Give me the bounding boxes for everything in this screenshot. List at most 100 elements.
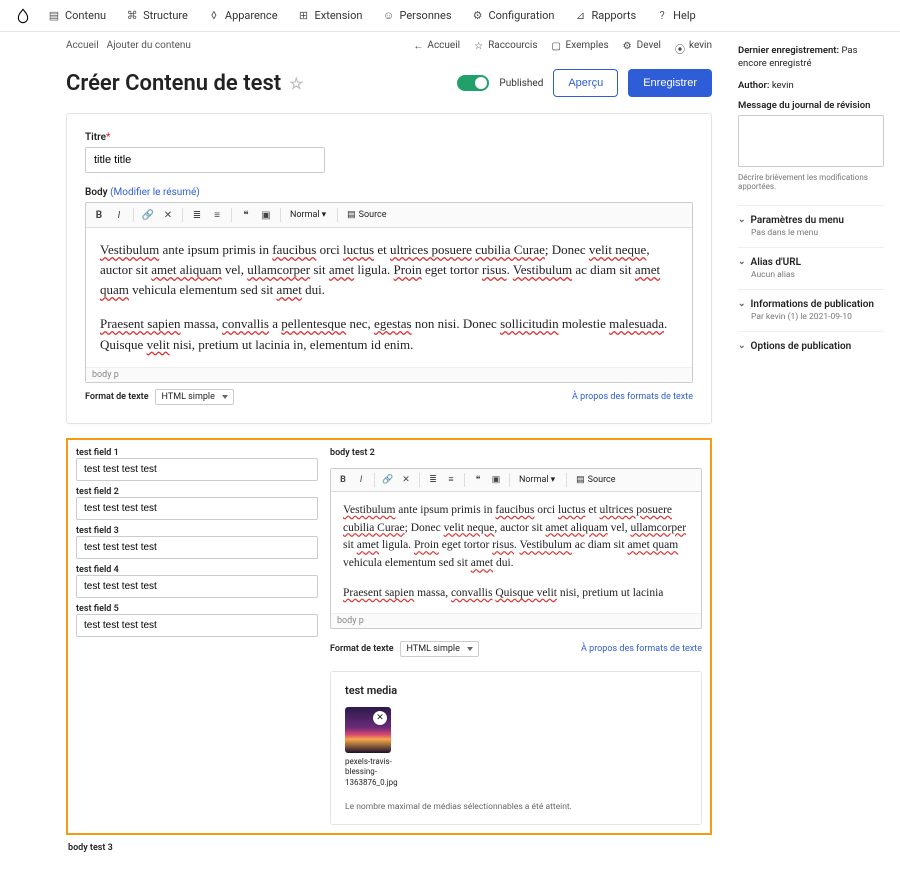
body2-label: body test 2 xyxy=(330,448,702,458)
test-field-5-input[interactable] xyxy=(76,614,318,637)
nav-extension[interactable]: ⊞Extension xyxy=(290,5,371,26)
sub-nav: Accueil Ajouter du contenu ←Accueil ☆ Rac… xyxy=(6,32,726,59)
action-label: Raccourcis xyxy=(488,40,537,51)
accordion-publishing-info[interactable]: ⌄Informations de publication Par kevin (… xyxy=(738,289,884,331)
field-label: test field 1 xyxy=(76,448,318,458)
style-dropdown[interactable]: Normal ▾ xyxy=(286,210,332,220)
star-icon: ☆ xyxy=(474,41,484,51)
breadcrumb-home[interactable]: Accueil xyxy=(66,40,99,51)
test-field-2-input[interactable] xyxy=(76,497,318,520)
text-fields-column: test field 1 test field 2 test field 3 t… xyxy=(76,448,318,825)
link-button[interactable]: 🔗 xyxy=(139,206,157,224)
preview-button[interactable]: Aperçu xyxy=(553,69,618,97)
title-label: Titre* xyxy=(85,132,693,143)
content-icon: ▤ xyxy=(48,10,60,22)
accordion-url-alias[interactable]: ⌄Alias d'URL Aucun alias xyxy=(738,247,884,289)
chevron-down-icon: ▾ xyxy=(551,475,556,485)
media-max-note: Le nombre maximal de médias sélectionnab… xyxy=(345,802,687,812)
format-row: Format de texte HTML simple À propos des… xyxy=(85,389,693,405)
remove-media-button[interactable]: ✕ xyxy=(373,711,387,725)
nav-contenu[interactable]: ▤Contenu xyxy=(40,5,114,26)
italic-button[interactable]: I xyxy=(110,206,128,224)
link-button[interactable]: 🔗 xyxy=(380,472,396,488)
source-button[interactable]: ▤Source xyxy=(347,210,386,220)
unlink-button[interactable]: ✕ xyxy=(398,472,414,488)
about-formats-link[interactable]: À propos des formats de texte xyxy=(581,644,702,654)
ol-button[interactable]: ≡ xyxy=(443,472,459,488)
chevron-down-icon: ⌄ xyxy=(738,257,746,267)
test-field-4-input[interactable] xyxy=(76,575,318,598)
ol-button[interactable]: ≡ xyxy=(208,206,226,224)
chevron-down-icon: ⌄ xyxy=(738,215,746,225)
format-select[interactable]: HTML simple xyxy=(155,389,234,405)
header-actions: ←Accueil ☆ Raccourcis ▢Exemples ⚙ Devel ⦿k… xyxy=(413,40,712,51)
examples-action[interactable]: ▢Exemples xyxy=(552,40,609,51)
shortcuts-action[interactable]: ☆ Raccourcis xyxy=(474,40,537,51)
media-thumbnail: ✕ xyxy=(345,707,391,753)
accordion-menu-settings[interactable]: ⌄Paramètres du menu Pas dans le menu xyxy=(738,205,884,247)
nav-label: Personnes xyxy=(399,9,451,22)
media-label: test media xyxy=(345,684,687,697)
reports-icon: ⊿ xyxy=(574,10,586,22)
page-title: Créer Contenu de test☆ xyxy=(66,71,304,96)
favorite-star-icon[interactable]: ☆ xyxy=(289,74,303,93)
action-label: Devel xyxy=(637,40,661,51)
test-field-1-input[interactable] xyxy=(76,458,318,481)
body-content[interactable]: Vestibulum ante ipsum primis in faucibus… xyxy=(86,228,692,367)
image-button[interactable]: ▣ xyxy=(488,472,504,488)
body-label: Body (Modifier le résumé) xyxy=(85,187,693,198)
source-button[interactable]: ▤Source xyxy=(576,475,615,485)
revision-log-label: Message du journal de révision xyxy=(738,100,884,111)
body-editor: B I 🔗 ✕ ≣ ≡ ❝ ▣ Normal ▾ ▤Source xyxy=(85,202,693,383)
user-action[interactable]: ⦿kevin xyxy=(675,40,712,51)
accordion-publishing-options[interactable]: ⌄Options de publication xyxy=(738,331,884,361)
unlink-button[interactable]: ✕ xyxy=(159,206,177,224)
accordion-summary: Pas dans le menu xyxy=(751,228,884,238)
ul-button[interactable]: ≣ xyxy=(188,206,206,224)
revision-log-input[interactable] xyxy=(738,115,884,167)
edit-summary-link[interactable]: (Modifier le résumé) xyxy=(110,187,200,198)
action-label: kevin xyxy=(689,40,712,51)
title-row: Créer Contenu de test☆ Published Aperçu … xyxy=(6,59,726,113)
quote-button[interactable]: ❝ xyxy=(470,472,486,488)
action-label: Exemples xyxy=(566,40,609,51)
nav-personnes[interactable]: ☺Personnes xyxy=(374,5,459,26)
body2-content[interactable]: Vestibulum ante ipsum primis in faucibus… xyxy=(331,492,701,613)
nav-configuration[interactable]: ⚙Configuration xyxy=(464,5,563,26)
title-input[interactable] xyxy=(85,147,325,173)
ul-button[interactable]: ≣ xyxy=(425,472,441,488)
format-label: Format de texte xyxy=(330,644,394,654)
main-content-card: Titre* Body (Modifier le résumé) B I 🔗 ✕… xyxy=(66,113,712,424)
bold-button[interactable]: B xyxy=(90,206,108,224)
about-formats-link[interactable]: À propos des formats de texte xyxy=(572,392,693,402)
test-field-3-input[interactable] xyxy=(76,536,318,559)
format-select[interactable]: HTML simple xyxy=(400,641,479,657)
save-button[interactable]: Enregistrer xyxy=(628,69,712,97)
style-dropdown[interactable]: Normal ▾ xyxy=(515,475,561,485)
nav-structure[interactable]: ⌘Structure xyxy=(118,5,196,26)
italic-button[interactable]: I xyxy=(353,472,369,488)
nav-label: Structure xyxy=(143,9,188,22)
nav-help[interactable]: ?Help xyxy=(648,5,704,26)
breadcrumb-current[interactable]: Ajouter du contenu xyxy=(107,40,191,51)
drupal-logo-icon[interactable] xyxy=(14,7,32,25)
format-row: Format de texte HTML simple À propos des… xyxy=(330,641,702,657)
field-label: test field 2 xyxy=(76,487,318,497)
image-button[interactable]: ▣ xyxy=(257,206,275,224)
quote-button[interactable]: ❝ xyxy=(237,206,255,224)
accordion-summary: Par kevin (1) le 2021-09-10 xyxy=(751,312,884,322)
source-icon: ▤ xyxy=(347,210,356,220)
help-icon: ? xyxy=(656,10,668,22)
bold-button[interactable]: B xyxy=(335,472,351,488)
editor-path: body p xyxy=(86,367,692,382)
media-filename: pexels-travis-blessing-1363876_0.jpg xyxy=(345,757,405,788)
nav-label: Extension xyxy=(315,9,363,22)
nav-apparence[interactable]: ◊Apparence xyxy=(200,5,286,26)
accordion-summary: Aucun alias xyxy=(751,270,884,280)
nav-rapports[interactable]: ⊿Rapports xyxy=(566,5,644,26)
back-action[interactable]: ←Accueil xyxy=(413,40,460,51)
published-toggle[interactable] xyxy=(457,75,489,91)
gear-icon: ⚙ xyxy=(623,41,633,51)
devel-action[interactable]: ⚙ Devel xyxy=(623,40,661,51)
meta-sidebar: Dernier enregistrement: Pas encore enreg… xyxy=(726,32,896,873)
